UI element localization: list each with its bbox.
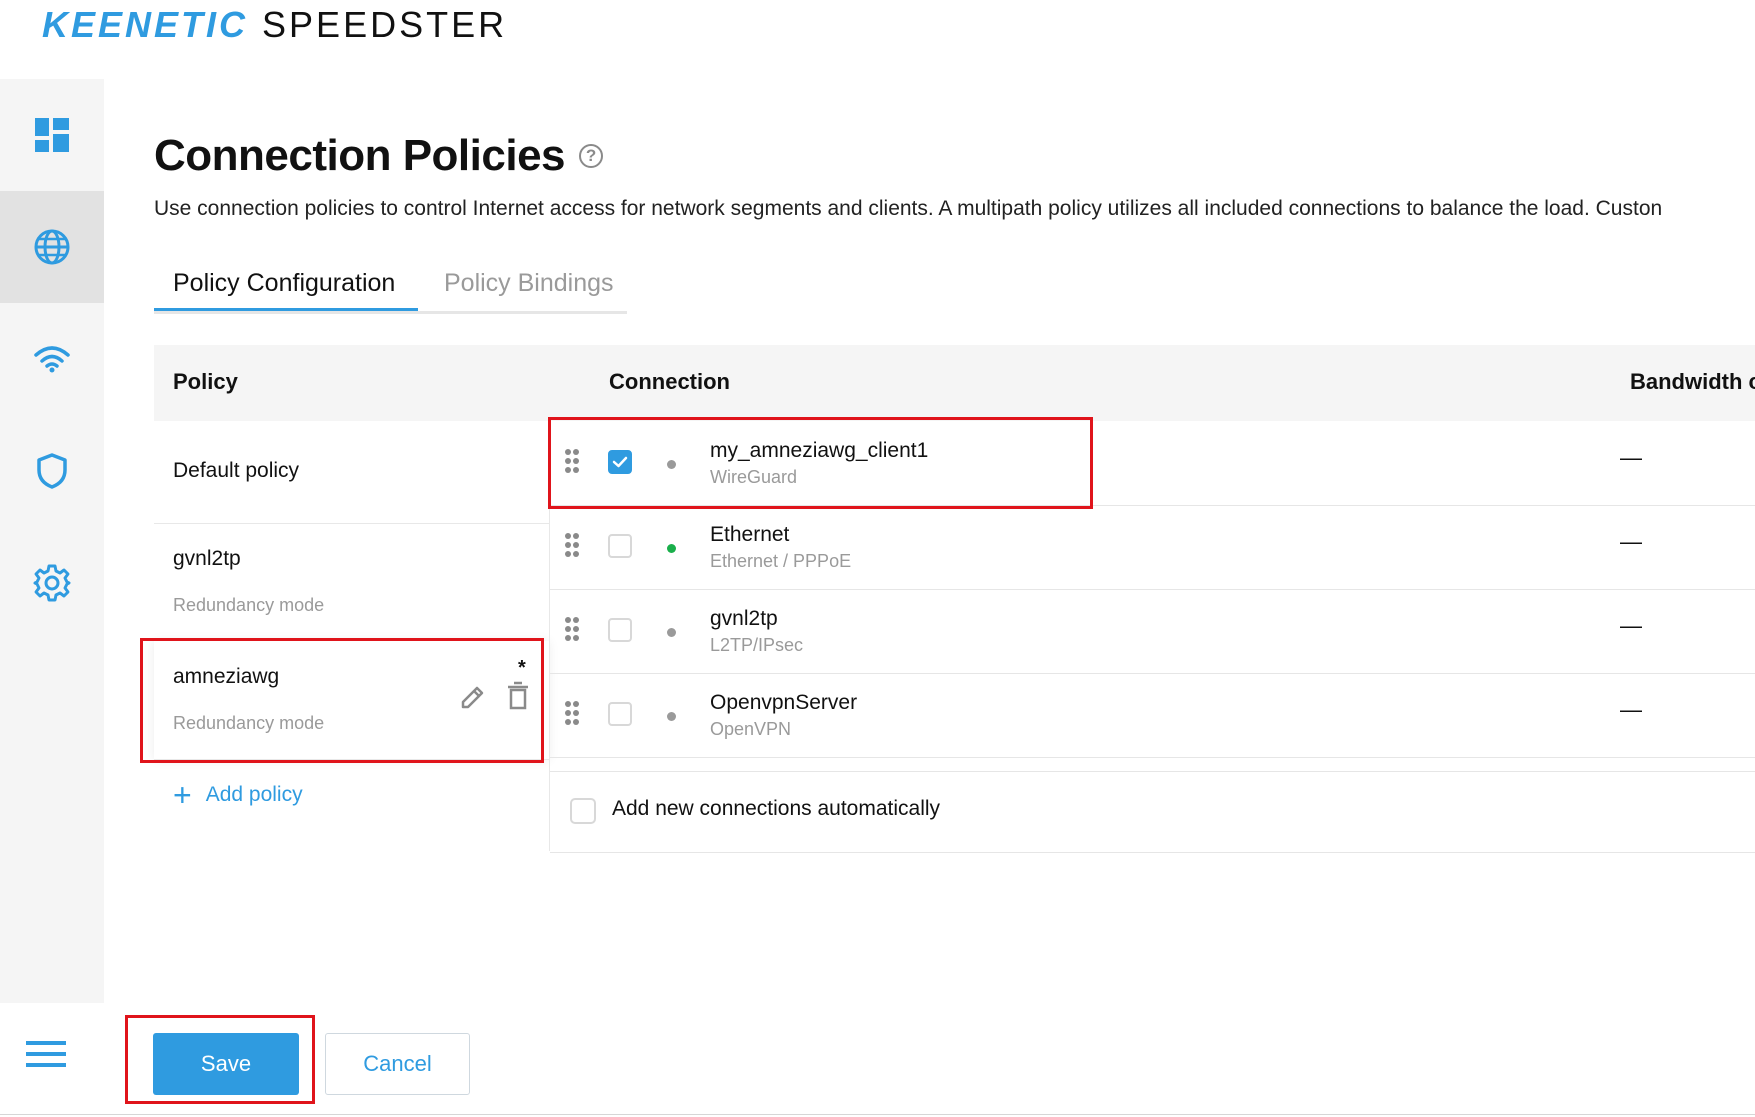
policy-mode: Redundancy mode: [173, 713, 325, 733]
policy-name: amneziawg: [173, 665, 280, 688]
sidebar-nav: [0, 79, 104, 1012]
policy-row-default[interactable]: Default policy: [154, 421, 549, 524]
page-description: Use connection policies to control Inter…: [154, 197, 1663, 220]
drag-handle-icon[interactable]: [564, 532, 580, 558]
header-bandwidth: Bandwidth c: [1630, 369, 1755, 394]
auto-add-label[interactable]: Add new connections automatically: [612, 797, 940, 821]
connection-type: OpenVPN: [710, 719, 792, 739]
header-policy: Policy: [173, 369, 238, 394]
connection-name: OpenvpnServer: [710, 691, 858, 714]
status-dot: [667, 628, 676, 637]
drag-handle-icon[interactable]: [564, 700, 580, 726]
globe-icon: [34, 229, 70, 265]
tab-bar: Policy Configuration Policy Bindings: [154, 269, 627, 314]
app-logo[interactable]: KEENETIC SPEEDSTER: [42, 4, 507, 46]
connection-checkbox[interactable]: [608, 618, 632, 642]
policy-list: Default policy gvnl2tp Redundancy mode a…: [154, 421, 549, 851]
add-policy-label: Add policy: [205, 783, 303, 806]
wifi-icon: [34, 346, 70, 373]
sidebar-item-internet[interactable]: [0, 191, 104, 303]
sidebar-item-wifi[interactable]: [0, 303, 104, 415]
connection-bandwidth: —: [1620, 445, 1642, 470]
tab-policy-bindings[interactable]: Policy Bindings: [418, 269, 614, 311]
connection-checkbox[interactable]: [608, 702, 632, 726]
connection-row[interactable]: Ethernet Ethernet / PPPoE —: [550, 505, 1755, 590]
checkmark-icon: [612, 456, 628, 468]
menu-icon[interactable]: [26, 1039, 66, 1069]
main-content: Connection Policies ? Use connection pol…: [104, 79, 1755, 1012]
connection-name: Ethernet: [710, 523, 790, 546]
cancel-button[interactable]: Cancel: [325, 1033, 470, 1095]
page-title: Connection Policies: [154, 131, 566, 180]
auto-add-row: Add new connections automatically: [550, 771, 1755, 853]
connection-row[interactable]: OpenvpnServer OpenVPN —: [550, 673, 1755, 758]
connection-type: WireGuard: [710, 467, 798, 487]
shield-icon: [37, 453, 67, 489]
plus-icon: +: [173, 777, 192, 813]
footer-bar: Save Cancel: [0, 1003, 1755, 1115]
connection-bandwidth: —: [1620, 613, 1642, 638]
dashboard-icon: [35, 118, 69, 152]
help-icon[interactable]: ?: [579, 144, 604, 168]
gear-icon: [33, 564, 71, 602]
policy-row-amneziawg[interactable]: amneziawg Redundancy mode *: [154, 641, 549, 760]
policy-name: Default policy: [173, 459, 300, 482]
title-row: Connection Policies ?: [154, 131, 604, 181]
connection-row[interactable]: gvnl2tp L2TP/IPsec —: [550, 589, 1755, 674]
connection-bandwidth: —: [1620, 697, 1642, 722]
modified-indicator: *: [518, 657, 526, 679]
connection-row[interactable]: my_amneziawg_client1 WireGuard —: [550, 421, 1755, 506]
policy-mode: Redundancy mode: [173, 595, 325, 615]
policy-name: gvnl2tp: [173, 547, 241, 570]
logo-brand: KEENETIC: [42, 4, 249, 45]
connection-bandwidth: —: [1620, 529, 1642, 554]
table-header: Policy Connection Bandwidth c: [154, 345, 1755, 421]
logo-product: SPEEDSTER: [262, 4, 508, 45]
sidebar-item-dashboard[interactable]: [0, 79, 104, 191]
connection-name: gvnl2tp: [710, 607, 778, 630]
tab-policy-configuration[interactable]: Policy Configuration: [154, 269, 418, 311]
connection-type: L2TP/IPsec: [710, 635, 804, 655]
sidebar-item-security[interactable]: [0, 415, 104, 527]
policies-table: Policy Connection Bandwidth c Default po…: [154, 345, 1755, 853]
add-policy-button[interactable]: + Add policy: [173, 779, 303, 811]
drag-handle-icon[interactable]: [564, 616, 580, 642]
edit-icon[interactable]: [459, 683, 487, 711]
status-dot: [667, 460, 676, 469]
save-button[interactable]: Save: [153, 1033, 299, 1095]
delete-icon[interactable]: [506, 681, 530, 711]
status-dot: [667, 712, 676, 721]
connection-checkbox[interactable]: [608, 534, 632, 558]
connection-name: my_amneziawg_client1: [710, 439, 929, 462]
auto-add-checkbox[interactable]: [570, 798, 596, 824]
connection-list: my_amneziawg_client1 WireGuard — Etherne…: [549, 421, 1755, 853]
status-dot: [667, 544, 676, 553]
sidebar-item-settings[interactable]: [0, 527, 104, 639]
connection-checkbox[interactable]: [608, 450, 632, 474]
connection-type: Ethernet / PPPoE: [710, 551, 852, 571]
policy-row-gvnl2tp[interactable]: gvnl2tp Redundancy mode: [154, 523, 549, 642]
app-header: KEENETIC SPEEDSTER: [0, 0, 1755, 79]
drag-handle-icon[interactable]: [564, 448, 580, 474]
header-connection: Connection: [609, 369, 730, 394]
